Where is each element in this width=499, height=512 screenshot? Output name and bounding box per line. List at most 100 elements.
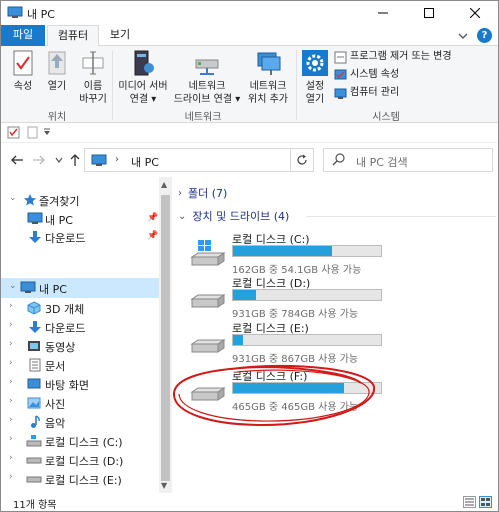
navigation-pane: ⌄ 즐겨찾기 내 PC 📌 다운로드 📌 ⌄ 내 PC › 3D 개체 › 다운… [1,177,159,493]
tiles-view-icon [481,498,490,506]
navigation-bar: › 내 PC 내 PC 검색 [1,143,498,177]
tab-view[interactable]: 보기 [101,25,139,46]
chevron-right-icon[interactable]: › [9,358,13,368]
arrow-left-icon [11,155,23,165]
media-server-button[interactable]: 미디어 서버 연결 ▾ [115,48,171,106]
network-group-label: 네트워크 [184,112,222,123]
media-server-label-1: 미디어 서버 [118,81,168,92]
folders-group-header[interactable]: › 폴더 (7) [178,184,227,202]
system-properties-icon [334,69,347,79]
hard-drive-icon [26,457,42,464]
nav-scrollbar[interactable]: ▲ ▼ [159,177,172,493]
nav-local-disk-d[interactable]: › 로컬 디스크 (D:) [1,450,159,470]
chevron-right-icon[interactable]: › [9,396,13,406]
details-view-icon [465,498,474,506]
address-bar[interactable]: › 내 PC [84,148,364,172]
map-network-drive-button[interactable]: 네트워크 드라이브 연결 ▾ [173,48,241,106]
tab-file[interactable]: 파일 [1,25,45,46]
drive-usage-bar [232,334,382,346]
nav-label: 즐겨찾기 [39,195,80,208]
recent-locations-button[interactable] [51,152,67,168]
download-arrow-icon [29,321,41,333]
back-button[interactable] [9,152,25,168]
search-input[interactable]: 내 PC 검색 [356,154,408,170]
chevron-right-icon[interactable]: › [9,301,13,311]
chevron-down-icon[interactable]: ⌄ [9,281,17,291]
refresh-button[interactable] [290,149,312,171]
drive-tile[interactable]: 로컬 디스크 (E:) 931GB 중 867GB 사용 가능 [184,318,484,368]
usage-fill [233,246,332,256]
nav-downloads[interactable]: › 다운로드 [1,317,159,337]
uninstall-program-button[interactable]: 프로그램 제거 또는 변경 [334,49,452,65]
chevron-right-icon[interactable]: › [178,188,182,199]
nav-pinned-downloads[interactable]: 다운로드 📌 [1,227,159,247]
nav-label: 다운로드 [45,232,86,245]
close-button[interactable] [452,1,498,25]
windows-drive-icon [26,435,42,447]
chevron-right-icon[interactable]: › [9,339,13,349]
search-box[interactable]: 내 PC 검색 [323,148,493,172]
chevron-right-icon[interactable]: › [9,453,13,463]
chevron-down-icon[interactable]: ⌄ [9,193,17,203]
chevron-right-icon[interactable]: › [9,415,13,425]
nav-pinned-this-pc[interactable]: 내 PC 📌 [1,209,159,229]
system-properties-label: 시스템 속성 [350,69,400,80]
tab-computer[interactable]: 컴퓨터 [47,25,99,47]
nav-label: 내 PC [45,214,73,227]
up-button[interactable] [67,152,83,168]
chevron-down-icon[interactable]: ⌄ [178,211,186,222]
computer-management-button[interactable]: 컴퓨터 관리 [334,85,399,101]
chevron-right-icon[interactable]: › [9,320,13,330]
desktop-icon [27,378,41,389]
maximize-button[interactable] [406,1,452,25]
computer-management-label: 컴퓨터 관리 [350,87,400,98]
drives-group-header[interactable]: ⌄ 장치 및 드라이브 (4) [178,207,498,225]
breadcrumb[interactable]: 내 PC [131,154,159,170]
nav-pictures[interactable]: › 사진 [1,393,159,413]
scroll-down-icon[interactable]: ▼ [161,481,167,490]
minimize-button[interactable] [360,1,406,25]
windows-drive-icon [190,240,226,266]
nav-label: 3D 개체 [45,303,85,316]
drive-usage-bar [232,245,382,257]
details-view-button[interactable] [463,496,476,508]
rename-button[interactable]: 이름 바꾸기 [75,48,111,106]
window-title: 내 PC [27,8,55,21]
nav-desktop[interactable]: › 바탕 화면 [1,374,159,394]
breadcrumb-separator[interactable]: › [115,154,119,165]
add-network-location-button[interactable]: 네트워크 위치 추가 [243,48,293,106]
chevron-right-icon[interactable]: › [9,434,13,444]
status-bar: 11개 항목 [1,493,498,511]
new-folder-icon[interactable] [26,126,39,139]
hard-drive-icon [26,476,42,483]
system-properties-button[interactable]: 시스템 속성 [334,67,399,83]
nav-documents[interactable]: › 문서 [1,355,159,375]
nav-local-disk-c[interactable]: › 로컬 디스크 (C:) [1,431,159,451]
properties-label: 속성 [13,81,33,92]
nav-3d-objects[interactable]: › 3D 개체 [1,298,159,318]
open-icon [48,51,66,75]
chevron-right-icon[interactable]: › [9,472,13,482]
media-server-label-2: 연결 [129,94,149,105]
scroll-up-icon[interactable]: ▲ [161,180,167,189]
open-settings-button[interactable]: 설정 열기 [299,48,331,106]
properties-icon[interactable] [7,126,20,139]
nav-quick-access[interactable]: ⌄ 즐겨찾기 [1,190,159,210]
chevron-right-icon[interactable]: › [9,377,13,387]
properties-button[interactable]: 속성 [7,48,39,93]
this-pc-icon [20,281,36,293]
nav-this-pc[interactable]: ⌄ 내 PC [1,278,159,298]
customize-toolbar-icon[interactable] [43,128,51,136]
nav-videos[interactable]: › 동영상 [1,336,159,356]
nav-music[interactable]: › 음악 [1,412,159,432]
forward-button[interactable] [31,152,47,168]
drive-tile[interactable]: 로컬 디스크 (C:) 162GB 중 54.1GB 사용 가능 [184,229,484,279]
tiles-view-button[interactable] [479,496,492,508]
nav-local-disk-e[interactable]: › 로컬 디스크 (E:) [1,469,159,489]
drive-tile[interactable]: 로컬 디스크 (D:) 931GB 중 784GB 사용 가능 [184,273,484,323]
map-drive-label-2: 드라이브 연결 [173,94,233,105]
chevron-down-icon[interactable] [456,29,470,43]
help-icon[interactable]: ? [477,28,492,43]
open-button[interactable]: 열기 [41,48,73,93]
scroll-thumb[interactable] [161,195,170,481]
